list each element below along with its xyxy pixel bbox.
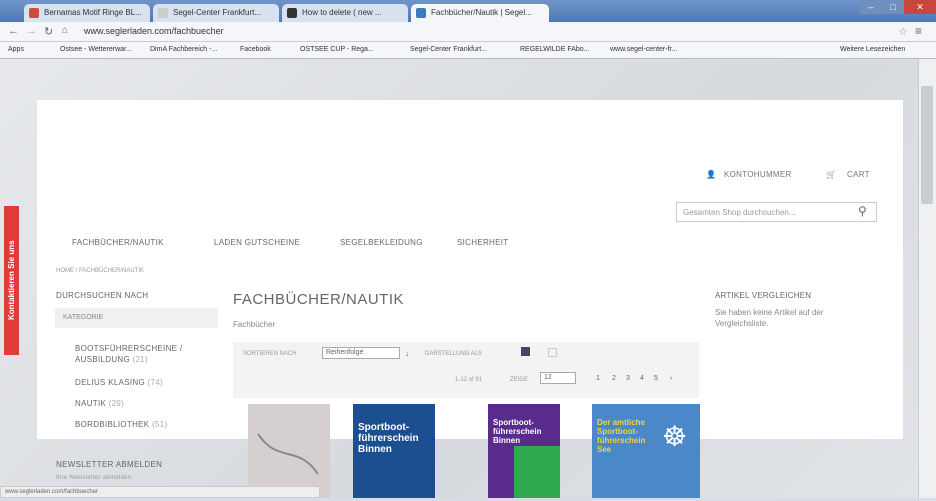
browser-tab-strip: Bernamas Motif Ringe BL... Segel-Center … — [0, 0, 936, 22]
product-image[interactable]: Sportboot-führerschein Binnen — [488, 404, 560, 498]
bookmark-item[interactable]: Ostsee - Wettererwar... — [60, 46, 132, 53]
minimize-icon[interactable]: – — [860, 0, 882, 14]
product-title: Sportboot-führerschein Binnen — [358, 422, 419, 455]
view-label: DARSTELLUNG ALS — [425, 351, 483, 357]
scrollbar-thumb[interactable] — [921, 86, 933, 204]
page-link[interactable]: 1 — [596, 375, 600, 382]
bookmark-item[interactable]: REGELWILDE FAbo... — [520, 46, 590, 53]
bookmark-item[interactable]: OSTSEE CUP - Rega... — [300, 46, 374, 53]
per-page-label: ZEIGE — [510, 377, 529, 383]
list-view-icon[interactable] — [548, 348, 557, 357]
bookmark-item[interactable]: Segel-Center Frankfurt... — [410, 46, 487, 53]
status-bar: www.seglerladen.com/fachbuecher — [0, 486, 320, 498]
address-bar-row: ← → ↻ ⌂ www.seglerladen.com/fachbuecher … — [0, 22, 936, 42]
forward-icon[interactable]: → — [26, 25, 37, 37]
category-item[interactable]: BORDBIBLIOTHEK (51) — [75, 420, 167, 429]
bookmark-star-icon[interactable]: ☆ — [898, 25, 908, 38]
browser-tab[interactable]: How to delete ( new ... — [282, 4, 408, 22]
compare-text: Sie haben keine Artikel auf der Vergleic… — [715, 308, 824, 328]
product-title: Der amtliche Sportboot-führerschein See — [597, 418, 646, 454]
rope-icon — [257, 433, 319, 475]
filter-heading: DURCHSUCHEN NACH — [56, 291, 149, 300]
back-icon[interactable]: ← — [8, 25, 19, 37]
sort-select[interactable]: Reihenfolge — [322, 347, 400, 359]
per-page-select[interactable]: 12 — [540, 372, 576, 384]
nav-item-fachbuecher[interactable]: FACHBÜCHER/NAUTIK — [72, 238, 164, 247]
cart-link[interactable]: CART — [847, 170, 870, 179]
favicon-icon — [29, 8, 39, 18]
bookmarks-bar: Apps Ostsee - Wettererwar... DimA Fachbe… — [0, 42, 936, 59]
favicon-icon — [416, 8, 426, 18]
category-item[interactable]: NAUTIK (29) — [75, 399, 124, 408]
category-subtitle: Fachbücher — [233, 320, 276, 329]
ship-wheel-icon: ☸ — [662, 421, 688, 452]
home-icon[interactable]: ⌂ — [62, 25, 68, 36]
contact-tab[interactable]: Kontaktieren Sie uns — [4, 206, 19, 355]
page-link[interactable]: 2 — [612, 375, 616, 382]
nav-item-segelbekleidung[interactable]: SEGELBEKLEIDUNG — [340, 238, 423, 247]
maximize-icon[interactable]: □ — [882, 0, 904, 14]
nav-item-sicherheit[interactable]: SICHERHEIT — [457, 238, 508, 247]
bookmark-item[interactable]: Weitere Lesezeichen — [840, 46, 905, 53]
category-item[interactable]: DELIUS KLASING (74) — [75, 378, 163, 387]
product-title: Sportboot-führerschein Binnen — [493, 418, 542, 445]
newsletter-text: Ihre Newsletter abmelden — [56, 475, 132, 481]
browser-tab[interactable]: Bernamas Motif Ringe BL... — [24, 4, 150, 22]
search-input[interactable]: Gesamten Shop durchsuchen... — [676, 202, 877, 222]
page-link[interactable]: 3 — [626, 375, 630, 382]
item-range: 1-12 of 91 — [455, 377, 483, 383]
breadcrumb[interactable]: HOME / FACHBÜCHER/NAUTIK — [56, 268, 144, 274]
url-field[interactable]: www.seglerladen.com/fachbuecher — [84, 26, 224, 36]
bookmark-item[interactable]: Facebook — [240, 46, 271, 53]
browser-tab-active[interactable]: Fachbücher/Nautik | Segel... — [411, 4, 549, 22]
product-image[interactable]: Sportboot-führerschein Binnen — [353, 404, 435, 498]
menu-icon[interactable]: ≡ — [915, 24, 922, 38]
account-icon[interactable]: 👤 — [706, 170, 716, 179]
bookmark-item[interactable]: DimA Fachbereich -... — [150, 46, 217, 53]
sort-label: SORTIEREN NACH — [243, 351, 297, 357]
favicon-icon — [158, 8, 168, 18]
category-item[interactable]: BOOTSFÜHRERSCHEINE / AUSBILDUNG (21) — [75, 343, 205, 365]
browser-tab[interactable]: Segel-Center Frankfurt... — [153, 4, 279, 22]
cart-icon[interactable]: 🛒 — [826, 170, 836, 179]
product-image[interactable] — [248, 404, 330, 498]
search-icon[interactable]: ⚲ — [858, 204, 867, 218]
favicon-icon — [287, 8, 297, 18]
grid-view-icon[interactable] — [521, 347, 530, 356]
close-icon[interactable]: ✕ — [904, 0, 936, 14]
page-title: FACHBÜCHER/NAUTIK — [233, 291, 405, 308]
account-link[interactable]: KONTOHUMMER — [724, 170, 792, 179]
bookmark-item[interactable]: Apps — [8, 46, 24, 53]
newsletter-heading: NEWSLETTER ABMELDEN — [56, 460, 163, 469]
nav-item-gutscheine[interactable]: LADEN GUTSCHEINE — [214, 238, 300, 247]
compare-heading: ARTIKEL VERGLEICHEN — [715, 291, 812, 300]
bookmark-item[interactable]: www.segel-center-fr... — [610, 46, 677, 53]
next-page-icon[interactable]: › — [670, 375, 672, 382]
page-link[interactable]: 5 — [654, 375, 658, 382]
page-link[interactable]: 4 — [640, 375, 644, 382]
sort-direction-icon[interactable]: ↓ — [405, 349, 409, 358]
product-image[interactable]: Der amtliche Sportboot-führerschein See … — [592, 404, 700, 498]
category-filter-label: KATEGORIE — [55, 308, 218, 328]
reload-icon[interactable]: ↻ — [44, 25, 53, 38]
